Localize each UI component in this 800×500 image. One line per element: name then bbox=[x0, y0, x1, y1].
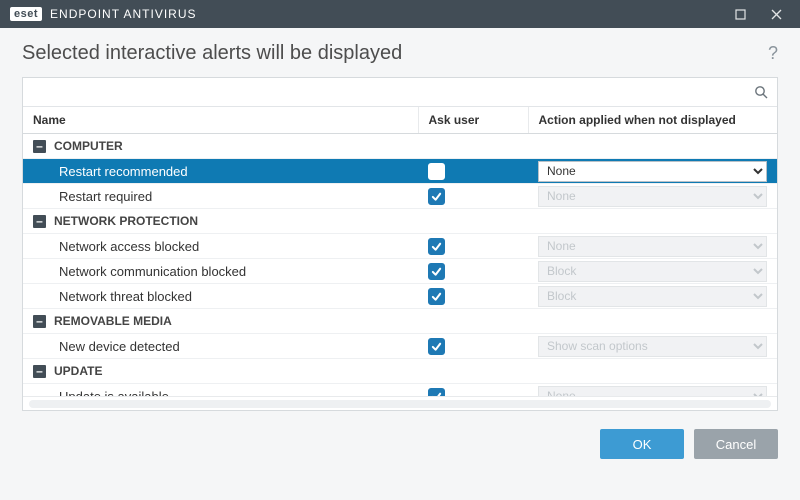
dialog-footer: OK Cancel bbox=[0, 411, 800, 477]
alert-name: Network communication blocked bbox=[23, 259, 418, 284]
group-row: –COMPUTER bbox=[23, 134, 777, 159]
page-title: Selected interactive alerts will be disp… bbox=[22, 42, 402, 65]
action-select: Block bbox=[538, 286, 767, 307]
table-row[interactable]: Network communication blocked Block bbox=[23, 259, 777, 284]
alert-name: Network access blocked bbox=[23, 234, 418, 259]
table-row[interactable]: Update is available None bbox=[23, 384, 777, 397]
header: Selected interactive alerts will be disp… bbox=[0, 28, 800, 77]
brand-logo: eset bbox=[10, 7, 42, 21]
ask-user-checkbox[interactable] bbox=[428, 388, 445, 397]
alerts-panel: Name Ask user Action applied when not di… bbox=[22, 77, 778, 411]
alert-name: Network threat blocked bbox=[23, 284, 418, 309]
action-select: Block bbox=[538, 261, 767, 282]
group-row: –REMOVABLE MEDIA bbox=[23, 309, 777, 334]
alerts-table: Name Ask user Action applied when not di… bbox=[23, 107, 777, 396]
action-select: None bbox=[538, 236, 767, 257]
collapse-icon[interactable]: – bbox=[33, 315, 46, 328]
table-row[interactable]: New device detected Show scan options bbox=[23, 334, 777, 359]
ask-user-checkbox[interactable] bbox=[428, 163, 445, 180]
alerts-table-scroll[interactable]: Name Ask user Action applied when not di… bbox=[23, 107, 777, 396]
column-header-ask[interactable]: Ask user bbox=[418, 107, 528, 134]
search-row bbox=[23, 78, 777, 107]
group-row: –UPDATE bbox=[23, 359, 777, 384]
column-header-name[interactable]: Name bbox=[23, 107, 418, 134]
action-select[interactable]: None bbox=[538, 161, 767, 182]
alert-name: Restart recommended bbox=[23, 159, 418, 184]
table-row[interactable]: Network access blocked None bbox=[23, 234, 777, 259]
ask-user-checkbox[interactable] bbox=[428, 338, 445, 355]
group-label: COMPUTER bbox=[54, 139, 123, 153]
group-label: REMOVABLE MEDIA bbox=[54, 314, 172, 328]
help-icon[interactable]: ? bbox=[768, 43, 778, 64]
alert-name: Restart required bbox=[23, 184, 418, 209]
action-select: None bbox=[538, 186, 767, 207]
collapse-icon[interactable]: – bbox=[33, 140, 46, 153]
ok-button[interactable]: OK bbox=[600, 429, 684, 459]
titlebar: eset ENDPOINT ANTIVIRUS bbox=[0, 0, 800, 28]
table-row[interactable]: Restart required None bbox=[23, 184, 777, 209]
group-label: NETWORK PROTECTION bbox=[54, 214, 198, 228]
ask-user-checkbox[interactable] bbox=[428, 188, 445, 205]
collapse-icon[interactable]: – bbox=[33, 365, 46, 378]
table-row[interactable]: Network threat blocked Block bbox=[23, 284, 777, 309]
alert-name: New device detected bbox=[23, 334, 418, 359]
ask-user-checkbox[interactable] bbox=[428, 263, 445, 280]
group-label: UPDATE bbox=[54, 364, 102, 378]
column-header-action[interactable]: Action applied when not displayed bbox=[528, 107, 777, 134]
product-name: ENDPOINT ANTIVIRUS bbox=[50, 7, 196, 21]
search-icon[interactable] bbox=[751, 82, 771, 102]
ask-user-checkbox[interactable] bbox=[428, 238, 445, 255]
table-row[interactable]: Restart recommended None bbox=[23, 159, 777, 184]
window-maximize-button[interactable] bbox=[726, 0, 754, 28]
collapse-icon[interactable]: – bbox=[33, 215, 46, 228]
action-select: None bbox=[538, 386, 767, 397]
action-select: Show scan options bbox=[538, 336, 767, 357]
group-row: –NETWORK PROTECTION bbox=[23, 209, 777, 234]
window-close-button[interactable] bbox=[762, 0, 790, 28]
ask-user-checkbox[interactable] bbox=[428, 288, 445, 305]
alert-name: Update is available bbox=[23, 384, 418, 397]
horizontal-scrollbar[interactable] bbox=[23, 396, 777, 410]
cancel-button[interactable]: Cancel bbox=[694, 429, 778, 459]
